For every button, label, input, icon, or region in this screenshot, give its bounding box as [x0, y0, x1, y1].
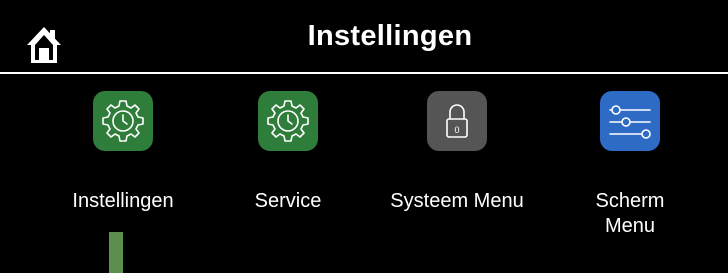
- page-title: Instellingen: [307, 20, 473, 52]
- tile-systeem-menu[interactable]: 0 Systeem Menu: [382, 91, 532, 251]
- tile-scherm-menu[interactable]: Scherm Menu: [565, 91, 695, 251]
- settings-tile-icon-box: [93, 91, 153, 151]
- tile-service[interactable]: Service: [213, 91, 363, 251]
- tile-label: Service: [254, 190, 322, 212]
- header-divider: [0, 72, 728, 74]
- service-tile-icon-box: [258, 91, 318, 151]
- padlock-icon: 0: [446, 104, 468, 138]
- tile-instellingen[interactable]: Instellingen: [48, 91, 198, 251]
- selection-indicator: [109, 232, 123, 273]
- tile-label: Instellingen: [72, 190, 174, 212]
- gear-clock-icon: [267, 100, 309, 142]
- screen-tile-icon-box: [600, 91, 660, 151]
- tile-label: Systeem Menu: [390, 190, 524, 212]
- tile-label: Scherm Menu: [595, 190, 665, 237]
- system-tile-icon-box: 0: [427, 91, 487, 151]
- lock-code-text: 0: [454, 125, 459, 135]
- gear-clock-icon: [102, 100, 144, 142]
- sliders-icon: [609, 105, 651, 139]
